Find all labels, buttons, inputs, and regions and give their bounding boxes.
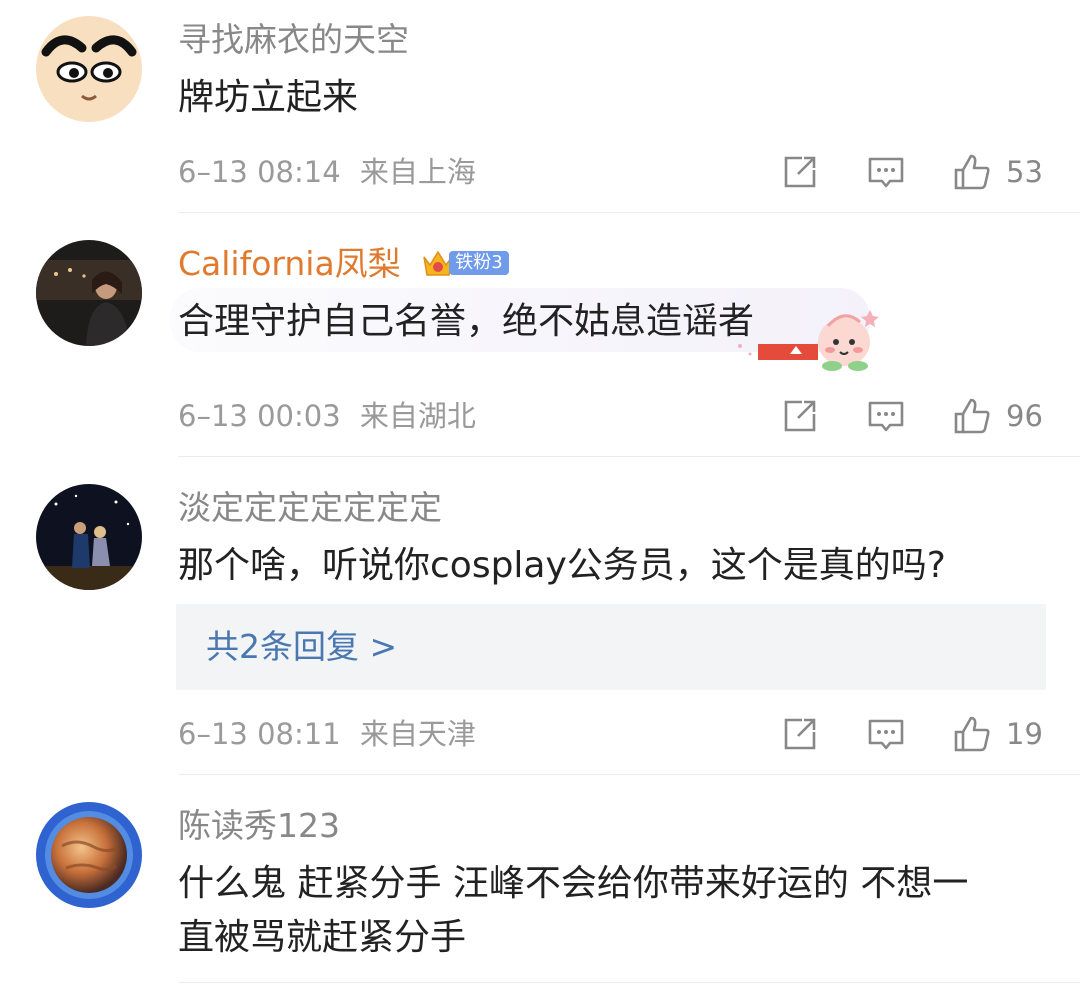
- fan-badge-label: 铁粉3: [449, 250, 509, 275]
- comment-location: 来自上海: [359, 155, 476, 189]
- divider: [178, 774, 1080, 775]
- comment-icon[interactable]: [866, 152, 906, 192]
- comment-meta: 6–13 08:14 来自上海: [178, 152, 476, 192]
- peach-sticker-icon: [738, 310, 879, 371]
- concert-photo-avatar-icon: [36, 484, 142, 590]
- like-count: 19: [1006, 717, 1043, 751]
- username[interactable]: 淡定定定定定定定: [178, 488, 442, 528]
- avatar[interactable]: [36, 240, 142, 346]
- comment-feed: 寻找麻衣的天空 牌坊立起来 6–13 08:14 来自上海 53 Califor…: [0, 0, 1080, 986]
- comment-meta: 6–13 08:11 来自天津: [178, 714, 476, 754]
- divider: [178, 456, 1080, 457]
- like-icon[interactable]: [952, 396, 992, 436]
- like-icon[interactable]: [952, 714, 992, 754]
- share-icon[interactable]: [780, 714, 820, 754]
- username[interactable]: 寻找麻衣的天空: [178, 20, 409, 60]
- avatar[interactable]: [36, 16, 142, 122]
- like-count: 53: [1006, 155, 1043, 189]
- reply-box[interactable]: 共2条回复 >: [176, 604, 1046, 690]
- comment-time: 6–13 08:14: [178, 155, 341, 189]
- comment-time: 6–13 00:03: [178, 399, 341, 433]
- comment-meta: 6–13 00:03 来自湖北: [178, 396, 476, 436]
- comment-text-line: 直被骂就赶紧分手: [178, 917, 467, 958]
- view-replies-link[interactable]: 共2条回复 >: [206, 626, 397, 668]
- comment-text: 那个啥，听说你cosplay公务员，这个是真的吗?: [178, 545, 946, 586]
- comment-text-line: 什么鬼 赶紧分手 汪峰不会给你带来好运的 不想一: [178, 863, 969, 904]
- username-text: California凤梨: [178, 244, 401, 283]
- cartoon-face-avatar-icon: [36, 16, 142, 122]
- night-photo-avatar-icon: [36, 240, 142, 346]
- username[interactable]: California凤梨 铁粉3: [178, 244, 509, 284]
- comment-icon[interactable]: [866, 396, 906, 436]
- comment-time: 6–13 08:11: [178, 717, 341, 751]
- avatar[interactable]: [36, 484, 142, 590]
- planet-avatar-icon: [36, 802, 142, 908]
- divider: [178, 982, 1080, 983]
- comment-location: 来自天津: [359, 717, 476, 751]
- like-icon[interactable]: [952, 152, 992, 192]
- comment-actions: 96: [780, 396, 1044, 436]
- fan-badge[interactable]: 铁粉3: [421, 247, 509, 279]
- avatar[interactable]: [36, 802, 142, 908]
- divider: [178, 212, 1080, 213]
- share-icon[interactable]: [780, 152, 820, 192]
- comment-text: 合理守护自己名誉，绝不姑息造谣者: [178, 301, 755, 342]
- comment-icon[interactable]: [866, 714, 906, 754]
- comment-text: 牌坊立起来: [178, 77, 359, 118]
- username[interactable]: 陈读秀123: [178, 806, 340, 846]
- like-count: 96: [1006, 399, 1043, 433]
- comment-location: 来自湖北: [359, 399, 476, 433]
- comment-actions: 19: [780, 714, 1044, 754]
- comment-actions: 53: [780, 152, 1044, 192]
- share-icon[interactable]: [780, 396, 820, 436]
